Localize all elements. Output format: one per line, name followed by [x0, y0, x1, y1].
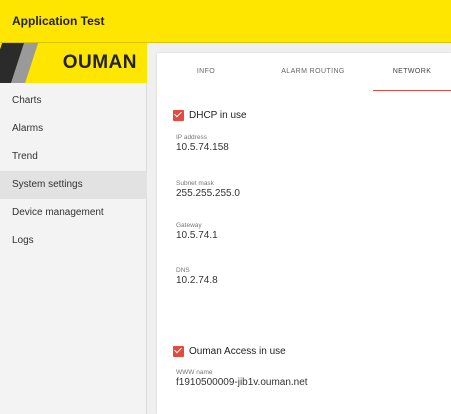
dns-label: DNS: [176, 267, 190, 274]
sidebar-item-charts[interactable]: Charts: [0, 87, 147, 115]
ip-address-label: IP address: [176, 134, 207, 141]
sidebar-nav: Charts Alarms Trend System settings Devi…: [0, 87, 147, 255]
gateway-value: 10.5.74.1: [176, 230, 218, 241]
www-name-label: WWW name: [176, 369, 213, 376]
dhcp-row[interactable]: DHCP in use: [173, 108, 247, 122]
tab-alarm-routing[interactable]: ALARM ROUTING: [255, 53, 371, 91]
dns-value: 10.2.74.8: [176, 275, 218, 286]
tab-bar: INFO ALARM ROUTING NETWORK: [157, 53, 451, 91]
ouman-access-label: Ouman Access in use: [189, 345, 286, 357]
dhcp-label: DHCP in use: [189, 109, 247, 121]
app-title: Application Test: [12, 14, 105, 28]
subnet-mask-label: Subnet mask: [176, 180, 214, 187]
tab-info[interactable]: INFO: [157, 53, 255, 91]
sidebar-item-trend[interactable]: Trend: [0, 143, 147, 171]
gateway-label: Gateway: [176, 222, 202, 229]
ip-address-field: IP address 10.5.74.158: [176, 134, 229, 154]
dhcp-checkbox[interactable]: [173, 109, 184, 121]
sidebar-item-alarms[interactable]: Alarms: [0, 115, 147, 143]
www-name-value: f1910500009-jib1v.ouman.net: [176, 377, 308, 388]
sidebar-item-device-management[interactable]: Device management: [0, 199, 147, 227]
ouman-access-checkbox[interactable]: [173, 345, 184, 357]
sidebar-item-system-settings[interactable]: System settings: [0, 171, 147, 199]
sidebar-item-logs[interactable]: Logs: [0, 227, 147, 255]
main-panel: INFO ALARM ROUTING NETWORK DHCP in use I…: [157, 53, 451, 414]
ouman-access-row[interactable]: Ouman Access in use: [173, 344, 286, 358]
ip-address-value: 10.5.74.158: [176, 142, 229, 153]
subnet-mask-value: 255.255.255.0: [176, 188, 240, 199]
www-name-field: WWW name f1910500009-jib1v.ouman.net: [176, 369, 308, 389]
logo-text: OUMAN: [62, 52, 137, 73]
subnet-mask-field: Subnet mask 255.255.255.0: [176, 180, 240, 200]
ouman-logo: OUMAN: [0, 43, 147, 83]
dns-field: DNS 10.2.74.8: [176, 267, 218, 287]
tab-network[interactable]: NETWORK: [373, 53, 451, 91]
gateway-field: Gateway 10.5.74.1: [176, 222, 218, 242]
sidebar: OUMAN Charts Alarms Trend System setting…: [0, 43, 147, 414]
app-header: Application Test: [0, 0, 451, 43]
